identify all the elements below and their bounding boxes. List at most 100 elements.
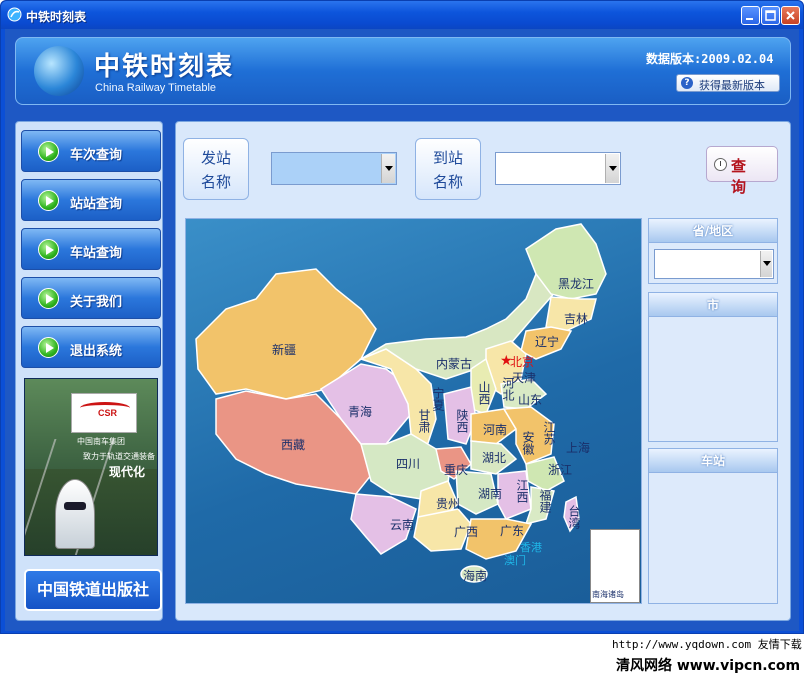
province-label[interactable]: 青海 <box>348 403 372 420</box>
from-label-line1: 发站 <box>200 149 231 167</box>
to-station-label: 到站 名称 <box>415 138 481 200</box>
app-subtitle: China Railway Timetable <box>95 82 217 94</box>
train-image <box>55 479 95 549</box>
query-button[interactable]: 查 询 <box>706 146 778 196</box>
dropdown-arrow-icon[interactable] <box>605 154 619 183</box>
query-button-label: 查 询 <box>731 157 751 196</box>
csr-logo: CSR <box>71 393 137 433</box>
play-icon <box>38 141 59 162</box>
play-icon <box>38 190 59 211</box>
title-bar[interactable]: 中铁时刻表 <box>1 1 803 29</box>
dropdown-arrow-icon[interactable] <box>381 154 395 183</box>
station-panel-header: 车站 <box>649 449 777 473</box>
app-title: 中铁时刻表 <box>94 52 235 82</box>
province-label[interactable]: 湖北 <box>482 449 506 466</box>
south-china-sea-inset: 南海诸岛 <box>590 529 640 603</box>
client-area: 中铁时刻表 China Railway Timetable 数据版本:2009.… <box>5 29 799 631</box>
province-label[interactable]: 福建 <box>538 489 552 513</box>
sidebar-item-train-query[interactable]: 车次查询 <box>21 130 161 172</box>
globe-logo-icon <box>34 46 84 96</box>
watermark-url: http://www.yqdown.com 友情下载 <box>612 638 802 651</box>
minimize-button[interactable] <box>741 6 760 25</box>
sidebar-item-station-to-station[interactable]: 站站查询 <box>21 179 161 221</box>
help-icon: ? <box>681 77 693 89</box>
play-icon <box>38 239 59 260</box>
province-label[interactable]: 吉林 <box>564 310 588 327</box>
province-label[interactable]: 澳门 <box>504 552 526 568</box>
province-label[interactable]: 山东 <box>518 391 542 408</box>
main-panel: 发站 名称 到站 名称 查 询 黑龙江 吉林 辽宁 内蒙古 ★ 北京 天津 河北… <box>175 121 791 621</box>
window-title: 中铁时刻表 <box>26 10 87 24</box>
province-label[interactable]: 西藏 <box>281 436 305 453</box>
province-label[interactable]: 台湾 <box>567 505 581 529</box>
province-label[interactable]: 上海 <box>566 439 590 456</box>
maximize-button[interactable] <box>761 6 780 25</box>
province-label[interactable]: 新疆 <box>272 341 296 358</box>
sidebar-item-exit[interactable]: 退出系统 <box>21 326 161 368</box>
app-window: 中铁时刻表 中铁时刻表 China Railway Timetable 数据版本… <box>0 0 804 634</box>
inset-label: 南海诸岛 <box>592 590 624 599</box>
province-label[interactable]: 天津 <box>512 369 536 386</box>
get-latest-version-button[interactable]: ? 获得最新版本 <box>676 74 780 92</box>
province-label[interactable]: 江西 <box>515 479 529 503</box>
train-window <box>64 502 86 510</box>
province-label[interactable]: 贵州 <box>436 495 460 512</box>
close-icon <box>786 11 795 20</box>
province-label[interactable]: 江苏 <box>542 421 556 445</box>
sidebar-item-station-query[interactable]: 车站查询 <box>21 228 161 270</box>
to-station-combo[interactable] <box>495 152 621 185</box>
from-label-line2: 名称 <box>200 173 231 191</box>
province-label[interactable]: 云南 <box>390 516 414 533</box>
promo-banner[interactable]: CSR 中国南车集团 致力于轨道交通装备 现代化 <box>24 378 158 556</box>
from-station-label: 发站 名称 <box>183 138 249 200</box>
province-label[interactable]: 甘肃 <box>417 409 431 433</box>
province-label[interactable]: 河北 <box>501 377 515 401</box>
city-panel[interactable]: 市 <box>648 292 778 442</box>
province-label[interactable]: 内蒙古 <box>436 355 472 372</box>
close-button[interactable] <box>781 6 800 25</box>
city-panel-header: 市 <box>649 293 777 317</box>
publisher-button[interactable]: 中国铁道出版社 <box>24 569 162 611</box>
app-icon <box>7 7 22 22</box>
province-label[interactable]: 四川 <box>396 455 420 472</box>
province-label[interactable]: 浙江 <box>548 461 572 478</box>
clock-icon <box>714 158 727 171</box>
province-label[interactable]: 黑龙江 <box>558 275 594 292</box>
csr-logo-text: CSR <box>98 408 118 418</box>
station-panel[interactable]: 车站 <box>648 448 778 604</box>
data-version: 数据版本:2009.02.04 <box>646 52 774 66</box>
to-label-line1: 到站 <box>432 149 463 167</box>
province-combo[interactable] <box>654 249 774 279</box>
province-label[interactable]: 宁夏 <box>431 387 445 411</box>
sidebar-item-about[interactable]: 关于我们 <box>21 277 161 319</box>
header-banner: 中铁时刻表 China Railway Timetable 数据版本:2009.… <box>15 37 791 105</box>
province-label[interactable]: 海南 <box>463 567 487 584</box>
sidebar-item-label: 站站查询 <box>70 197 123 212</box>
province-label[interactable]: 广东 <box>500 522 524 539</box>
province-label[interactable]: 辽宁 <box>535 333 559 350</box>
from-station-combo[interactable] <box>271 152 397 185</box>
play-icon <box>38 288 59 309</box>
watermark-site: 清风网络 www.vipcn.com <box>616 658 801 674</box>
sidebar-item-label: 退出系统 <box>70 344 123 359</box>
sidebar-item-label: 车站查询 <box>70 246 123 261</box>
province-label[interactable]: 广西 <box>454 523 478 540</box>
province-label[interactable]: 陕西 <box>455 409 469 433</box>
dropdown-arrow-icon[interactable] <box>760 251 772 277</box>
promo-tagline: 致力于轨道交通装备 <box>83 452 155 461</box>
maximize-icon <box>765 10 776 21</box>
sidebar-item-label: 关于我们 <box>70 295 123 310</box>
sidebar: 车次查询 站站查询 车站查询 关于我们 退出系统 CSR 中国南车集团 致力于轨… <box>15 121 163 621</box>
sidebar-item-label: 车次查询 <box>70 148 123 163</box>
promo-company: 中国南车集团 <box>77 437 125 446</box>
minimize-icon <box>746 18 753 20</box>
province-panel-header: 省/地区 <box>649 219 777 243</box>
province-label[interactable]: 河南 <box>483 421 507 438</box>
province-label[interactable]: 安徽 <box>521 431 535 455</box>
china-map[interactable]: 黑龙江 吉林 辽宁 内蒙古 ★ 北京 天津 河北 山西 山东 宁夏 甘肃 陕西 … <box>185 218 642 604</box>
province-label[interactable]: 北京 <box>510 353 534 370</box>
province-label[interactable]: 山西 <box>477 381 491 405</box>
province-label[interactable]: 湖南 <box>478 485 502 502</box>
province-label[interactable]: 重庆 <box>444 461 468 478</box>
province-panel: 省/地区 <box>648 218 778 284</box>
